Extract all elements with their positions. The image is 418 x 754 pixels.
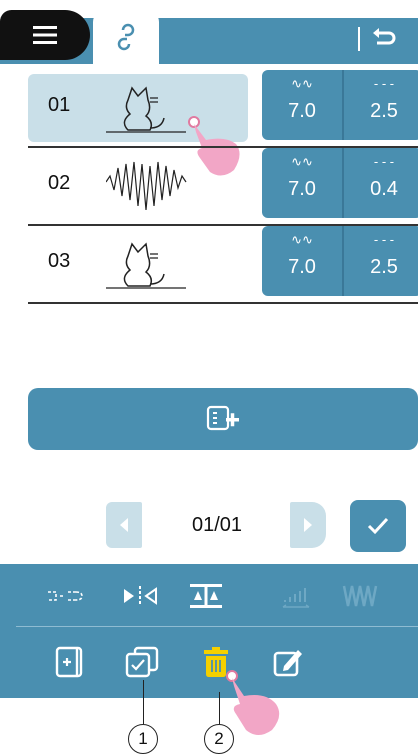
ok-button[interactable] — [350, 500, 406, 552]
tools-panel — [0, 564, 418, 698]
density-icon — [282, 588, 310, 608]
length-value: 0.4 — [370, 178, 398, 200]
pattern-row[interactable]: 01 ∿∿ - - - 7.0 2.5 — [14, 70, 418, 176]
chevron-right-icon — [304, 518, 312, 532]
callout-marker: 1 — [128, 724, 158, 754]
add-pattern-icon — [206, 405, 239, 431]
width-icon: ∿∿ — [291, 76, 313, 91]
width-icon: ∿∿ — [291, 154, 313, 169]
tab-pattern-link[interactable] — [93, 10, 159, 64]
pattern-link-icon — [117, 23, 135, 51]
join-icon — [48, 591, 83, 601]
pattern-number: 01 — [48, 94, 71, 116]
pattern-values[interactable]: ∿∿ - - - 7.0 2.5 — [262, 226, 418, 296]
top-bar-divider — [358, 27, 360, 51]
cat-pattern-image — [106, 242, 186, 289]
pattern-row[interactable]: 03 ∿∿ - - - 7.0 2.5 — [14, 226, 418, 304]
checkmark-icon — [367, 517, 389, 535]
cat-pattern-image — [106, 86, 186, 133]
balance-icon — [190, 584, 222, 608]
pattern-editor-screen: 01 ∿∿ - - - 7.0 2.5 02 ∿∿ - - - 7.0 0.4 … — [0, 0, 418, 754]
insert-button[interactable] — [48, 640, 92, 684]
page-indicator: 01/01 — [191, 514, 243, 536]
back-button[interactable] — [364, 20, 404, 56]
duplicate-button[interactable] — [120, 640, 164, 684]
width-value: 7.0 — [288, 256, 316, 278]
length-icon: - - - — [373, 154, 395, 169]
balance-button[interactable] — [184, 574, 228, 618]
callout-line — [143, 680, 144, 724]
pattern-number: 02 — [48, 172, 71, 194]
chevron-left-icon — [120, 518, 128, 532]
mirror-icon — [124, 586, 157, 606]
width-value: 7.0 — [288, 178, 316, 200]
previous-page-button[interactable] — [106, 502, 142, 548]
length-value: 2.5 — [370, 256, 398, 278]
callout-line — [219, 692, 220, 724]
mirror-button[interactable] — [118, 574, 162, 618]
length-icon: - - - — [373, 76, 395, 91]
add-pattern-button[interactable] — [28, 388, 418, 450]
width-value: 7.0 — [288, 100, 316, 122]
insert-icon — [55, 646, 83, 678]
join-button[interactable] — [44, 574, 88, 618]
tools-divider — [16, 626, 418, 627]
return-arrow-icon — [373, 28, 396, 45]
duplicate-icon — [125, 646, 159, 678]
pattern-number: 03 — [48, 250, 71, 272]
pattern-values[interactable]: ∿∿ - - - 7.0 2.5 — [262, 70, 418, 140]
repeat-button — [338, 574, 382, 618]
pattern-row[interactable]: 02 ∿∿ - - - 7.0 0.4 — [14, 148, 418, 226]
width-icon: ∿∿ — [291, 232, 313, 247]
menu-button[interactable] — [0, 10, 90, 60]
next-page-button[interactable] — [290, 502, 326, 548]
row-divider — [28, 302, 418, 304]
repeat-icon — [342, 585, 378, 607]
length-icon: - - - — [373, 232, 395, 247]
heart-pattern-image — [106, 161, 187, 211]
density-button — [274, 574, 318, 618]
length-value: 2.5 — [370, 100, 398, 122]
callout-marker: 2 — [204, 724, 234, 754]
hamburger-menu-icon — [33, 26, 57, 44]
pattern-values[interactable]: ∿∿ - - - 7.0 0.4 — [262, 148, 418, 218]
